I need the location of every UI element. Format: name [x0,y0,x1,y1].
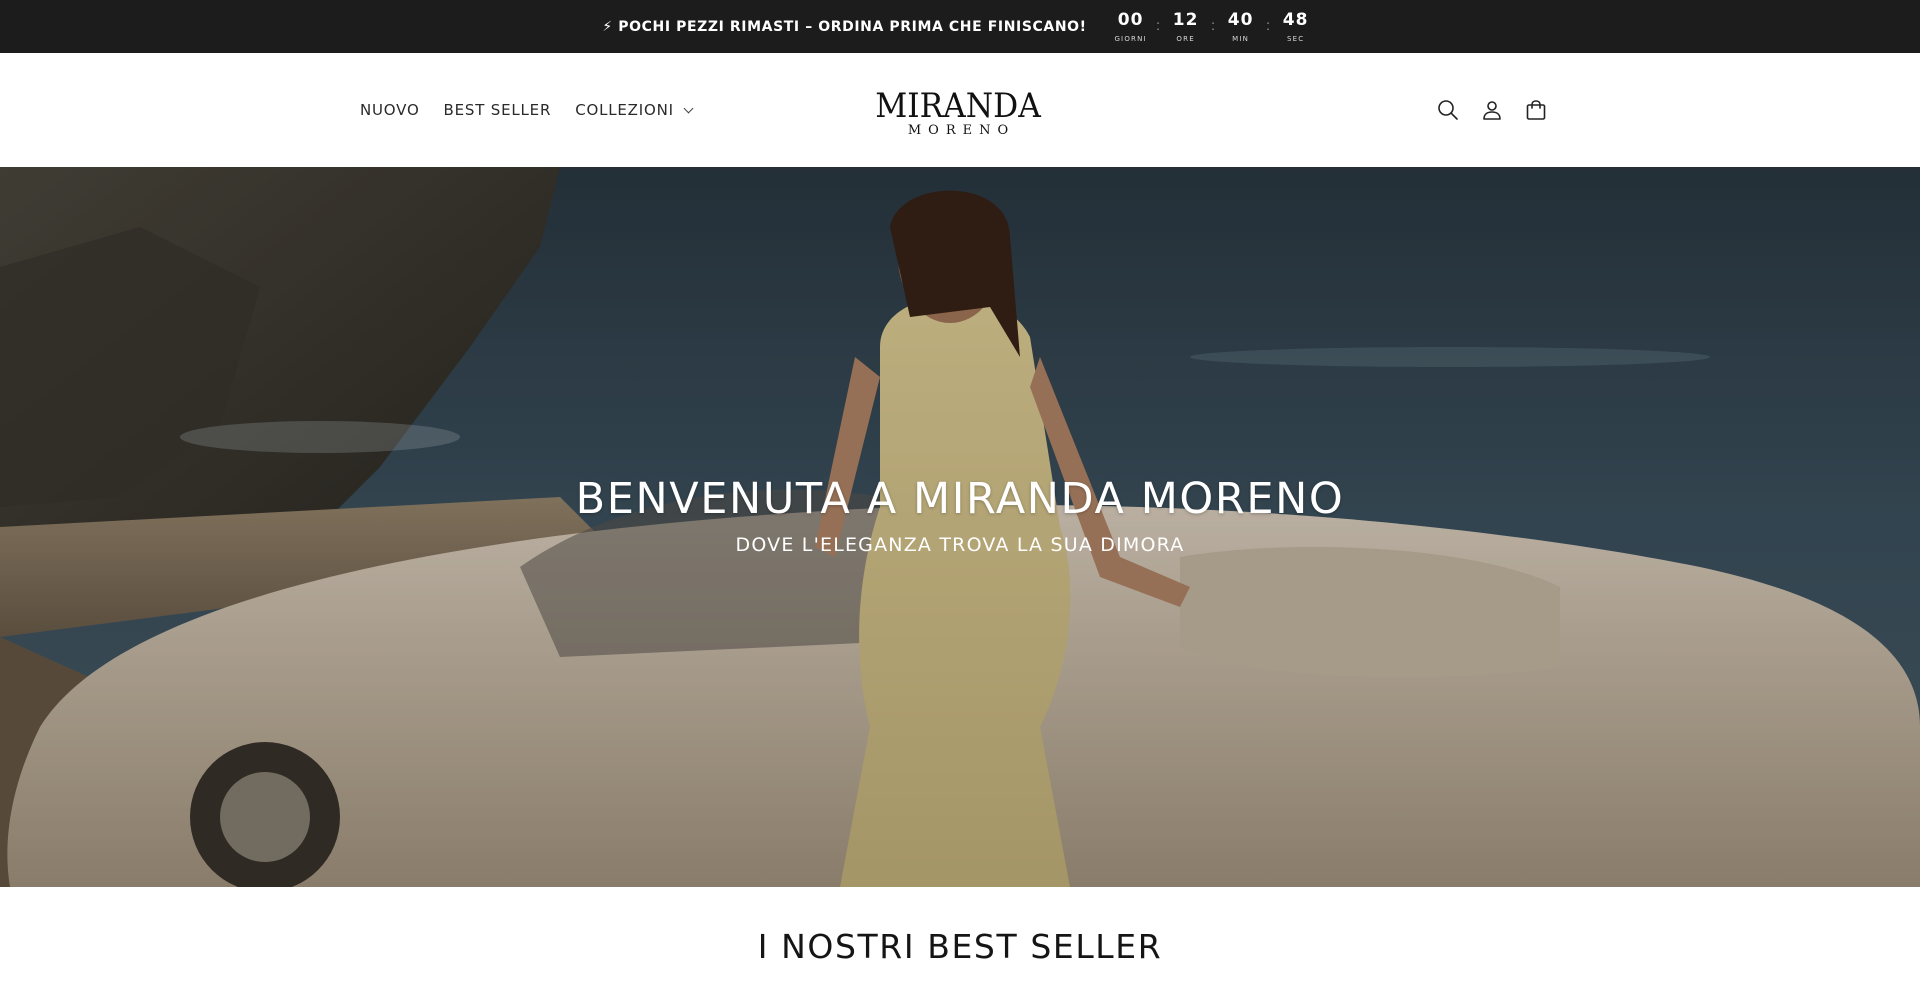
main-nav: NUOVO BEST SELLER COLLEZIONI [360,53,694,167]
chevron-down-icon [683,103,694,113]
countdown-hours-value: 12 [1172,10,1199,30]
header-icons [1434,53,1550,167]
search-icon [1438,100,1458,120]
countdown-timer: 00 GIORNI : 12 ORE : 40 MIN : 48 SEC [1109,10,1318,43]
countdown-separator: : [1211,17,1216,33]
account-icon [1483,101,1501,120]
countdown-seconds-value: 48 [1282,10,1309,30]
hero-text-block: BENVENUTA A MIRANDA MORENO DOVE L'ELEGAN… [0,474,1920,556]
site-header: NUOVO BEST SELLER COLLEZIONI MIRANDA MOR… [0,53,1920,167]
countdown-seconds-label: SEC [1286,35,1305,43]
nav-item-collezioni-label: COLLEZIONI [575,101,674,119]
announcement-bar: ⚡ POCHI PEZZI RIMASTI – ORDINA PRIMA CHE… [0,0,1920,53]
nav-item-collezioni[interactable]: COLLEZIONI [575,101,694,119]
countdown-days-value: 00 [1117,10,1144,30]
cart-button[interactable] [1522,96,1550,124]
countdown-minutes-value: 40 [1227,10,1254,30]
cart-icon [1526,100,1546,120]
hero-banner: BENVENUTA A MIRANDA MORENO DOVE L'ELEGAN… [0,167,1920,887]
countdown-separator: : [1156,17,1161,33]
countdown-separator: : [1266,17,1271,33]
countdown-hours-label: ORE [1176,35,1195,43]
search-button[interactable] [1434,96,1462,124]
countdown-days: 00 GIORNI [1109,10,1153,43]
hero-title: BENVENUTA A MIRANDA MORENO [575,474,1345,524]
countdown-minutes-label: MIN [1232,35,1250,43]
countdown-seconds: 48 SEC [1274,10,1318,43]
site-logo[interactable]: MIRANDA MORENO [858,89,1058,138]
account-button[interactable] [1478,96,1506,124]
bestseller-section: I NOSTRI BEST SELLER [0,927,1920,966]
countdown-hours: 12 ORE [1164,10,1208,43]
countdown-days-label: GIORNI [1114,35,1147,43]
nav-item-nuovo[interactable]: NUOVO [360,101,420,119]
bestseller-title: I NOSTRI BEST SELLER [757,927,1163,966]
announcement-text: ⚡ POCHI PEZZI RIMASTI – ORDINA PRIMA CHE… [602,18,1087,35]
logo-wordmark: MIRANDA [875,86,1041,126]
countdown-minutes: 40 MIN [1219,10,1263,43]
hero-subtitle: DOVE L'ELEGANZA TROVA LA SUA DIMORA [735,534,1185,556]
nav-item-best-seller[interactable]: BEST SELLER [444,101,552,119]
